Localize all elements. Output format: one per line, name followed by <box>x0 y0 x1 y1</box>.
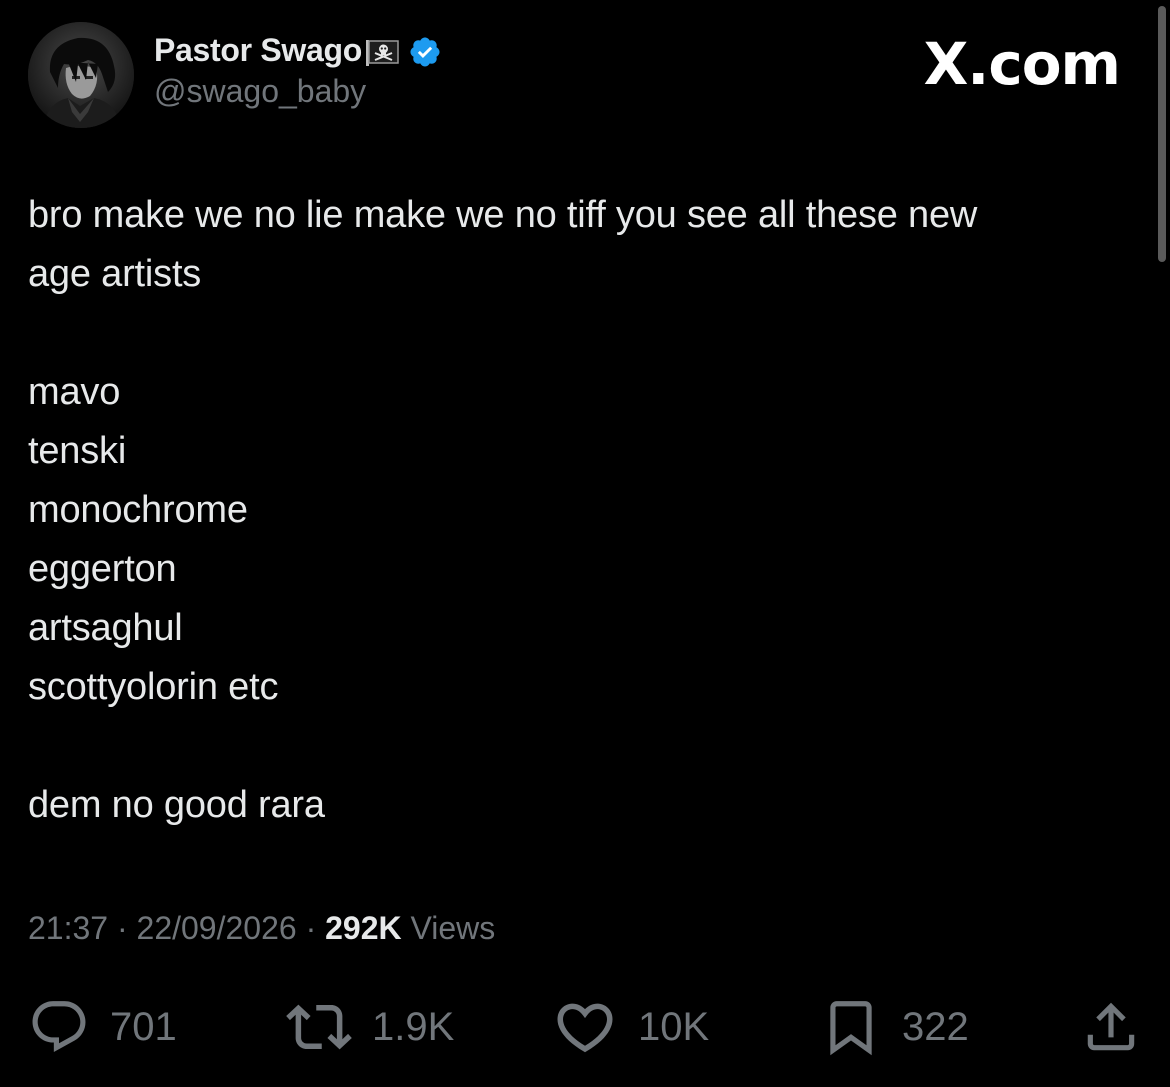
tweet-line: age artists <box>28 253 202 295</box>
brand-watermark: X.com <box>923 30 1121 98</box>
tweet-line: dem no good rara <box>28 784 325 826</box>
tweet: Pastor Swago @swago_baby X.com bro make … <box>0 0 1170 1087</box>
views-label: Views <box>410 910 496 946</box>
tweet-line: artsaghul <box>28 607 183 649</box>
reply-icon <box>32 1001 86 1053</box>
verified-badge-icon[interactable] <box>408 35 442 69</box>
tweet-line: eggerton <box>28 548 177 590</box>
like-button[interactable]: 10K <box>552 995 709 1059</box>
tweet-line: scottyolorin etc <box>28 666 279 708</box>
tweet-date[interactable]: 22/09/2026 <box>137 910 297 946</box>
tweet-line: monochrome <box>28 489 248 531</box>
avatar[interactable] <box>28 22 134 128</box>
author-handle[interactable]: @swago_baby <box>154 73 442 110</box>
repost-icon <box>286 1004 352 1050</box>
reply-button[interactable]: 701 <box>28 995 177 1059</box>
author-identity: Pastor Swago @swago_baby <box>154 27 442 110</box>
meta-separator: · <box>305 910 317 946</box>
like-icon <box>557 1003 613 1053</box>
tweet-header: Pastor Swago @swago_baby <box>28 20 442 130</box>
bookmark-button[interactable]: 322 <box>820 995 969 1059</box>
share-icon <box>1087 1002 1135 1051</box>
views-count: 292K <box>325 910 402 946</box>
scrollbar[interactable] <box>1158 6 1166 262</box>
tweet-line: tenski <box>28 430 127 472</box>
repost-count: 1.9K <box>372 1004 455 1049</box>
reply-count: 701 <box>110 1004 177 1049</box>
repost-button[interactable]: 1.9K <box>286 995 454 1059</box>
display-name[interactable]: Pastor Swago <box>154 32 362 69</box>
tweet-time[interactable]: 21:37 <box>28 910 108 946</box>
like-count: 10K <box>638 1004 710 1049</box>
tweet-line: mavo <box>28 371 121 413</box>
bookmark-icon <box>830 1001 872 1056</box>
meta-separator: · <box>116 910 128 946</box>
tweet-line: bro make we no lie make we no tiff you s… <box>28 194 978 236</box>
share-button[interactable] <box>1080 995 1142 1059</box>
bookmark-count: 322 <box>902 1004 969 1049</box>
pirate-flag-icon <box>365 39 399 66</box>
action-bar: 701 1.9K 10K 322 <box>28 995 1142 1059</box>
name-row: Pastor Swago <box>154 27 442 75</box>
tweet-text: bro make we no lie make we no tiff you s… <box>28 186 1128 835</box>
tweet-meta: 21:37 · 22/09/2026 · 292K Views <box>28 910 495 947</box>
